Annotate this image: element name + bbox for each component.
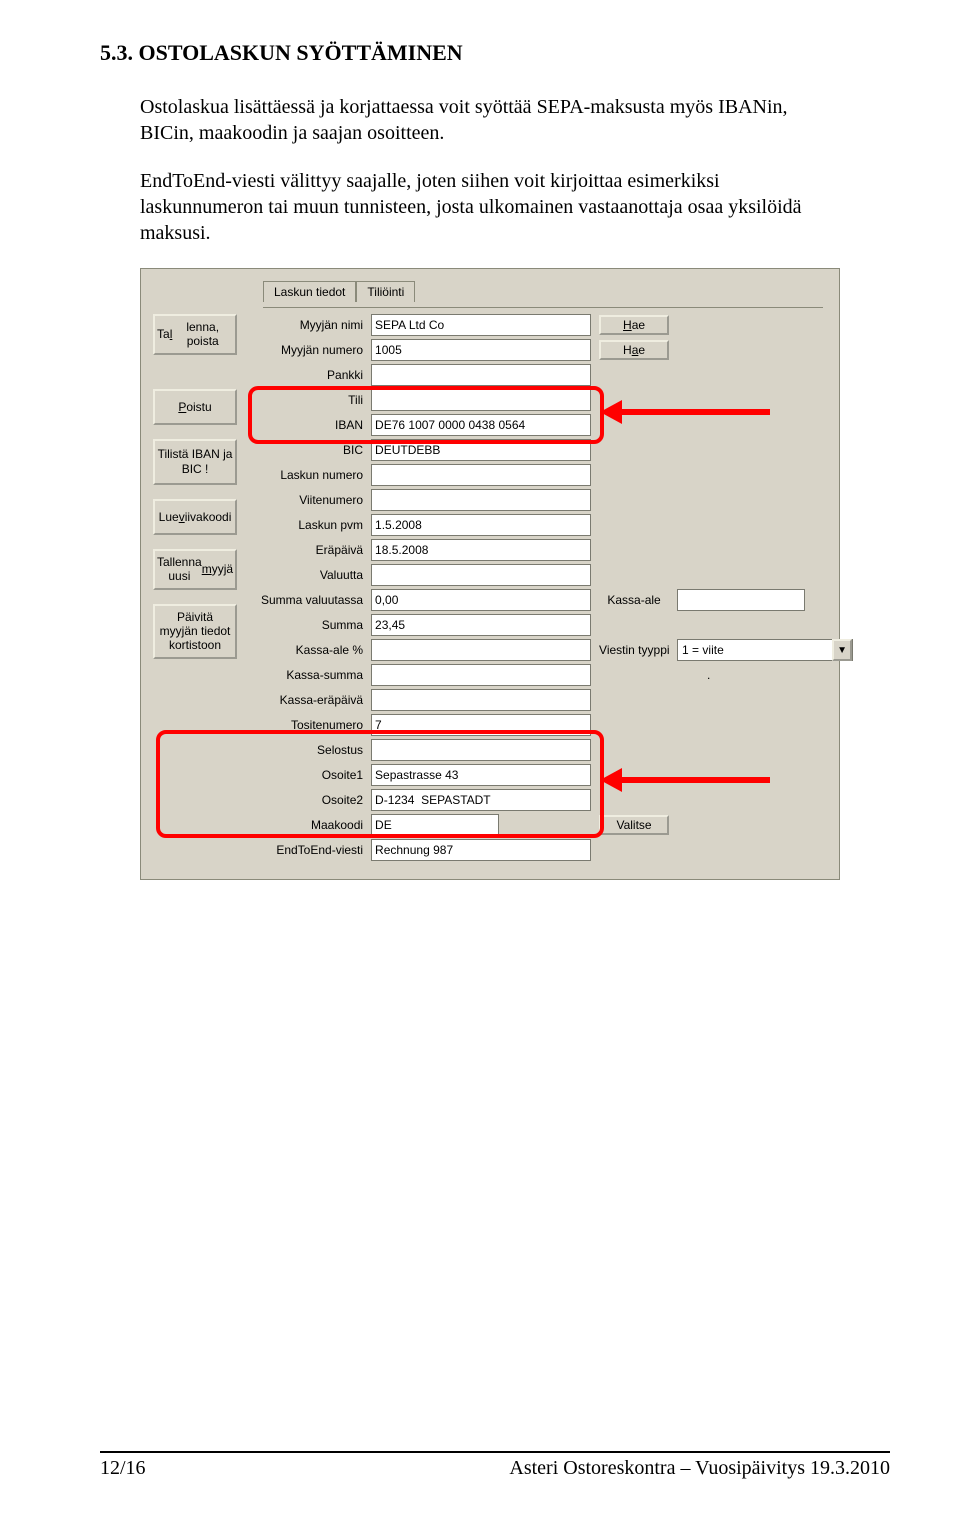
dot-indicator: . bbox=[677, 668, 827, 682]
fetch-seller-name-button[interactable]: Hae bbox=[599, 315, 669, 335]
label-bank: Pankki bbox=[253, 368, 363, 382]
seller-number-field[interactable] bbox=[371, 339, 591, 361]
cash-discount-pct-field[interactable] bbox=[371, 639, 591, 661]
label-bic: BIC bbox=[253, 443, 363, 457]
label-country-code: Maakoodi bbox=[253, 818, 363, 832]
label-description: Selostus bbox=[253, 743, 363, 757]
label-iban: IBAN bbox=[253, 418, 363, 432]
label-due-date: Eräpäivä bbox=[253, 543, 363, 557]
address1-field[interactable] bbox=[371, 764, 591, 786]
invoice-date-field[interactable] bbox=[371, 514, 591, 536]
label-invoice-number: Laskun numero bbox=[253, 468, 363, 482]
paragraph-1: Ostolaskua lisättäessä ja korjattaessa v… bbox=[140, 94, 840, 146]
cash-sum-field[interactable] bbox=[371, 664, 591, 686]
label-address1: Osoite1 bbox=[253, 768, 363, 782]
country-code-field[interactable] bbox=[371, 814, 499, 836]
select-country-button[interactable]: Valitse bbox=[599, 815, 669, 835]
footer-title: Asteri Ostoreskontra – Vuosipäivitys 19.… bbox=[509, 1457, 890, 1480]
label-amount-currency: Summa valuutassa bbox=[253, 593, 363, 607]
label-cash-due-date: Kassa-eräpäivä bbox=[253, 693, 363, 707]
label-message-type: Viestin tyyppi bbox=[599, 643, 669, 657]
cash-discount-field[interactable] bbox=[677, 589, 805, 611]
label-reference-number: Viitenumero bbox=[253, 493, 363, 507]
iban-field[interactable] bbox=[371, 414, 591, 436]
endtoend-field[interactable] bbox=[371, 839, 591, 861]
label-sum: Summa bbox=[253, 618, 363, 632]
bic-field[interactable] bbox=[371, 439, 591, 461]
voucher-number-field[interactable] bbox=[371, 714, 591, 736]
footer-divider bbox=[100, 1451, 890, 1453]
tab-accounting[interactable]: Tiliöinti bbox=[356, 281, 415, 302]
label-seller-number: Myyjän numero bbox=[253, 343, 363, 357]
invoice-number-field[interactable] bbox=[371, 464, 591, 486]
label-cash-sum: Kassa-summa bbox=[253, 668, 363, 682]
seller-name-field[interactable] bbox=[371, 314, 591, 336]
paragraph-2: EndToEnd-viesti välittyy saajalle, joten… bbox=[140, 168, 840, 246]
iban-bic-from-account-button[interactable]: Tilistä IBAN ja BIC ! bbox=[153, 439, 237, 485]
label-voucher-number: Tositenumero bbox=[253, 718, 363, 732]
tab-invoice-details[interactable]: Laskun tiedot bbox=[263, 281, 356, 302]
label-account: Tili bbox=[253, 393, 363, 407]
label-seller-name: Myyjän nimi bbox=[253, 318, 363, 332]
chevron-down-icon[interactable]: ▼ bbox=[832, 639, 852, 661]
sum-field[interactable] bbox=[371, 614, 591, 636]
save-delete-button[interactable]: Tallenna, poista bbox=[153, 314, 237, 355]
currency-field[interactable] bbox=[371, 564, 591, 586]
label-address2: Osoite2 bbox=[253, 793, 363, 807]
save-new-seller-button[interactable]: Tallenna uusi myyjä bbox=[153, 549, 237, 590]
exit-button[interactable]: Poistu bbox=[153, 389, 237, 425]
page-number: 12/16 bbox=[100, 1457, 146, 1480]
label-endtoend: EndToEnd-viesti bbox=[253, 843, 363, 857]
cash-due-date-field[interactable] bbox=[371, 689, 591, 711]
section-heading: 5.3. OSTOLASKUN SYÖTTÄMINEN bbox=[100, 40, 890, 66]
read-barcode-button[interactable]: Lue viivakoodi bbox=[153, 499, 237, 535]
message-type-select[interactable]: 1 = viite ▼ bbox=[677, 639, 853, 661]
label-invoice-date: Laskun pvm bbox=[253, 518, 363, 532]
address2-field[interactable] bbox=[371, 789, 591, 811]
description-field[interactable] bbox=[371, 739, 591, 761]
bank-field[interactable] bbox=[371, 364, 591, 386]
due-date-field[interactable] bbox=[371, 539, 591, 561]
label-cash-discount: Kassa-ale bbox=[599, 593, 669, 607]
amount-currency-field[interactable] bbox=[371, 589, 591, 611]
label-cash-discount-pct: Kassa-ale % bbox=[253, 643, 363, 657]
fetch-seller-number-button[interactable]: Hae bbox=[599, 340, 669, 360]
reference-number-field[interactable] bbox=[371, 489, 591, 511]
label-currency: Valuutta bbox=[253, 568, 363, 582]
message-type-value: 1 = viite bbox=[682, 643, 724, 657]
update-seller-card-button[interactable]: Päivitä myyjän tiedot kortistoon bbox=[153, 604, 237, 659]
form-screenshot: Laskun tiedot Tiliöinti Tallenna, poista… bbox=[140, 268, 840, 880]
account-field[interactable] bbox=[371, 389, 591, 411]
